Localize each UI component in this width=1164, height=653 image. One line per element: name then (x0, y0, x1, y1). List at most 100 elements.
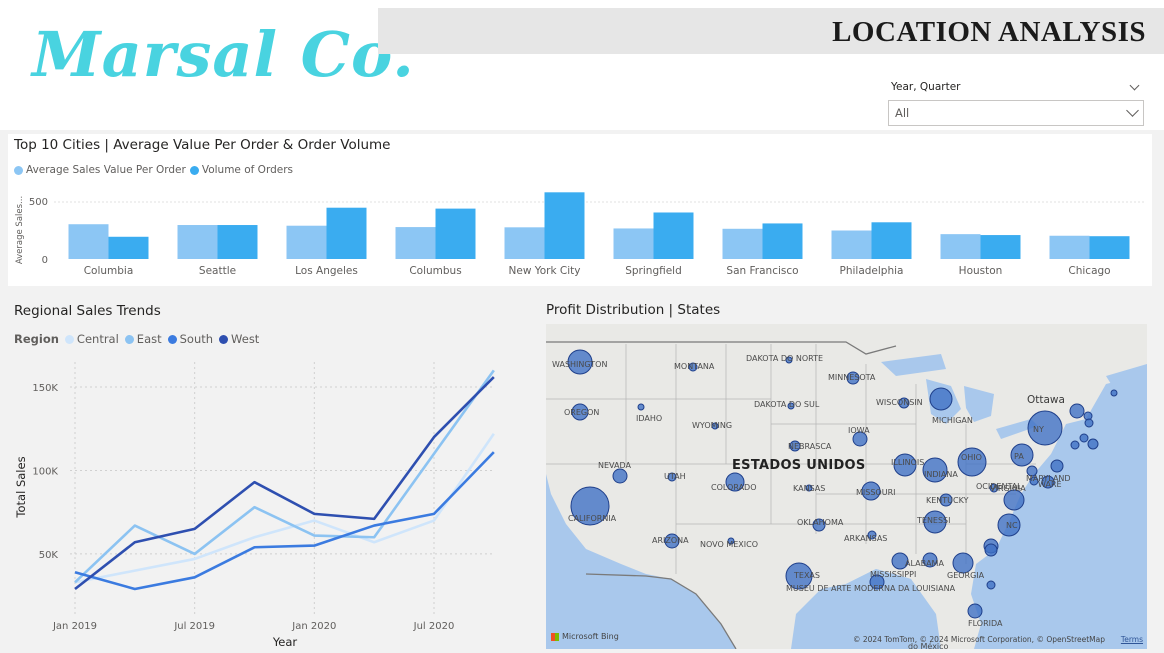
legend-dot (64, 334, 74, 344)
legend-label: Central (76, 332, 119, 346)
terms-link[interactable]: Terms (1121, 635, 1143, 644)
line-x-tick: Jul 2019 (173, 621, 215, 632)
line-x-axis-label: Year (272, 635, 298, 649)
state-label: CALIFORNIA (568, 514, 617, 523)
state-label: NEVADA (598, 461, 631, 470)
state-label: IOWA (848, 426, 870, 435)
series-line-east[interactable] (74, 369, 495, 584)
state-label: OCIDENTAL (976, 482, 1022, 491)
legend-label: East (136, 332, 162, 346)
bar-avg-sales[interactable] (940, 234, 981, 259)
bar-volume[interactable] (544, 192, 585, 259)
legend-item-east[interactable]: East (124, 332, 162, 346)
state-profit-bubble[interactable] (1069, 403, 1085, 419)
bar-volume[interactable] (1089, 236, 1130, 259)
bar-avg-sales[interactable] (504, 227, 545, 259)
legend-item-west[interactable]: West (219, 332, 259, 346)
state-profit-bubble[interactable] (612, 468, 628, 484)
bar-y-tick: 0 (42, 255, 48, 266)
line-y-axis-label: Total Sales (14, 456, 28, 518)
bar-avg-sales[interactable] (831, 230, 872, 260)
state-profit-bubble[interactable] (986, 580, 996, 590)
state-profit-bubble[interactable] (1087, 438, 1099, 450)
bar-volume[interactable] (762, 223, 803, 259)
bar-chart-plot[interactable]: Average Sales... 500 0 Columbia Seattle Lo… (8, 134, 1152, 286)
series-line-west[interactable] (74, 376, 495, 591)
country-label: ESTADOS UNIDOS (732, 458, 866, 473)
state-label: DAKOTA DO NORTE (746, 354, 824, 363)
state-label: NEBRASCA (788, 442, 832, 451)
bar-avg-sales[interactable] (68, 224, 109, 259)
line-y-tick: 150K (32, 383, 58, 394)
state-label: OHIO (961, 453, 982, 462)
bar-volume[interactable] (653, 212, 694, 259)
bing-attribution: Microsoft Bing (551, 632, 619, 641)
legend-dot (219, 334, 229, 344)
top-cities-chart-panel[interactable]: Top 10 Cities | Average Value Per Order … (8, 134, 1152, 286)
state-label: KENTUCKY (926, 496, 969, 505)
collapse-chevron-icon[interactable] (1129, 80, 1140, 90)
line-y-tick: 50K (39, 550, 59, 561)
line-x-tick: Jul 2020 (413, 621, 455, 632)
state-profit-bubble[interactable] (1084, 418, 1094, 428)
state-label: NC (1006, 521, 1018, 530)
legend-item-central[interactable]: Central (64, 332, 119, 346)
state-label: MONTANA (674, 362, 715, 371)
state-label: OREGON (564, 408, 600, 417)
year-quarter-slicer[interactable]: Year, Quarter All (888, 78, 1144, 126)
bar-avg-sales[interactable] (177, 225, 218, 259)
legend-dot (124, 334, 134, 344)
state-label: ARKANSAS (844, 534, 888, 543)
bar-avg-sales[interactable] (613, 228, 654, 259)
legend-label: West (231, 332, 260, 346)
state-label: MISSISSIPPI (870, 570, 917, 579)
state-profit-bubble[interactable] (637, 403, 645, 411)
bar-category-label: Springfield (625, 265, 682, 277)
state-profit-bubble[interactable] (967, 603, 983, 619)
bar-volume[interactable] (217, 225, 258, 259)
bar-avg-sales[interactable] (1049, 235, 1090, 259)
state-label: OKLAHOMA (797, 518, 844, 527)
state-label: COLORADO (711, 483, 757, 492)
bar-volume[interactable] (326, 207, 367, 259)
bar-volume[interactable] (980, 235, 1021, 259)
state-profit-bubble[interactable] (984, 543, 998, 557)
state-label: TENESSI (917, 516, 951, 525)
legend-title: Region (14, 332, 59, 346)
state-label: ILLINOIS (891, 458, 925, 467)
bing-logo-icon (551, 632, 559, 641)
bar-category-label: Columbia (84, 265, 134, 277)
state-label: KANSAS (793, 484, 826, 493)
state-label: ALABAMA (905, 559, 944, 568)
slicer-header[interactable]: Year, Quarter (888, 78, 1144, 96)
state-profit-bubble[interactable] (929, 387, 953, 411)
line-chart-title: Regional Sales Trends (14, 303, 161, 319)
company-logo: Marsal Co. (32, 18, 415, 91)
state-profit-bubble[interactable] (1110, 389, 1118, 397)
state-label: MICHIGAN (932, 416, 973, 425)
bar-category-label: Philadelphia (840, 265, 904, 277)
bar-category-label: Los Angeles (295, 265, 358, 277)
bar-volume[interactable] (435, 208, 476, 259)
profit-map[interactable]: ESTADOS UNIDOS Ottawa WASHINGTON MONTANA D… (546, 324, 1147, 649)
bar-y-axis-label: Average Sales... (15, 196, 25, 264)
state-label: WISCONSIN (876, 398, 923, 407)
state-profit-bubble[interactable] (1079, 433, 1089, 443)
state-profit-bubble[interactable] (1050, 459, 1064, 473)
line-chart-plot[interactable]: Total Sales Year 150K 100K 50K Jan 2019 Jul … (0, 352, 520, 652)
bar-avg-sales[interactable] (722, 228, 763, 259)
map-title: Profit Distribution | States (546, 302, 721, 318)
bar-avg-sales[interactable] (395, 227, 436, 259)
legend-item-south[interactable]: South (167, 332, 213, 346)
state-profit-bubble[interactable] (1003, 489, 1025, 511)
bar-volume[interactable] (871, 222, 912, 259)
state-profit-bubble[interactable] (952, 552, 974, 574)
title-banner: LOCATION ANALYSIS (378, 8, 1164, 54)
bar-volume[interactable] (108, 236, 149, 259)
bar-y-tick: 500 (29, 197, 48, 208)
bar-avg-sales[interactable] (286, 225, 327, 259)
state-profit-bubble[interactable] (1070, 440, 1080, 450)
chevron-down-icon[interactable] (1126, 104, 1139, 117)
bar-category-label: Chicago (1068, 265, 1110, 277)
slicer-dropdown[interactable]: All (888, 100, 1144, 126)
